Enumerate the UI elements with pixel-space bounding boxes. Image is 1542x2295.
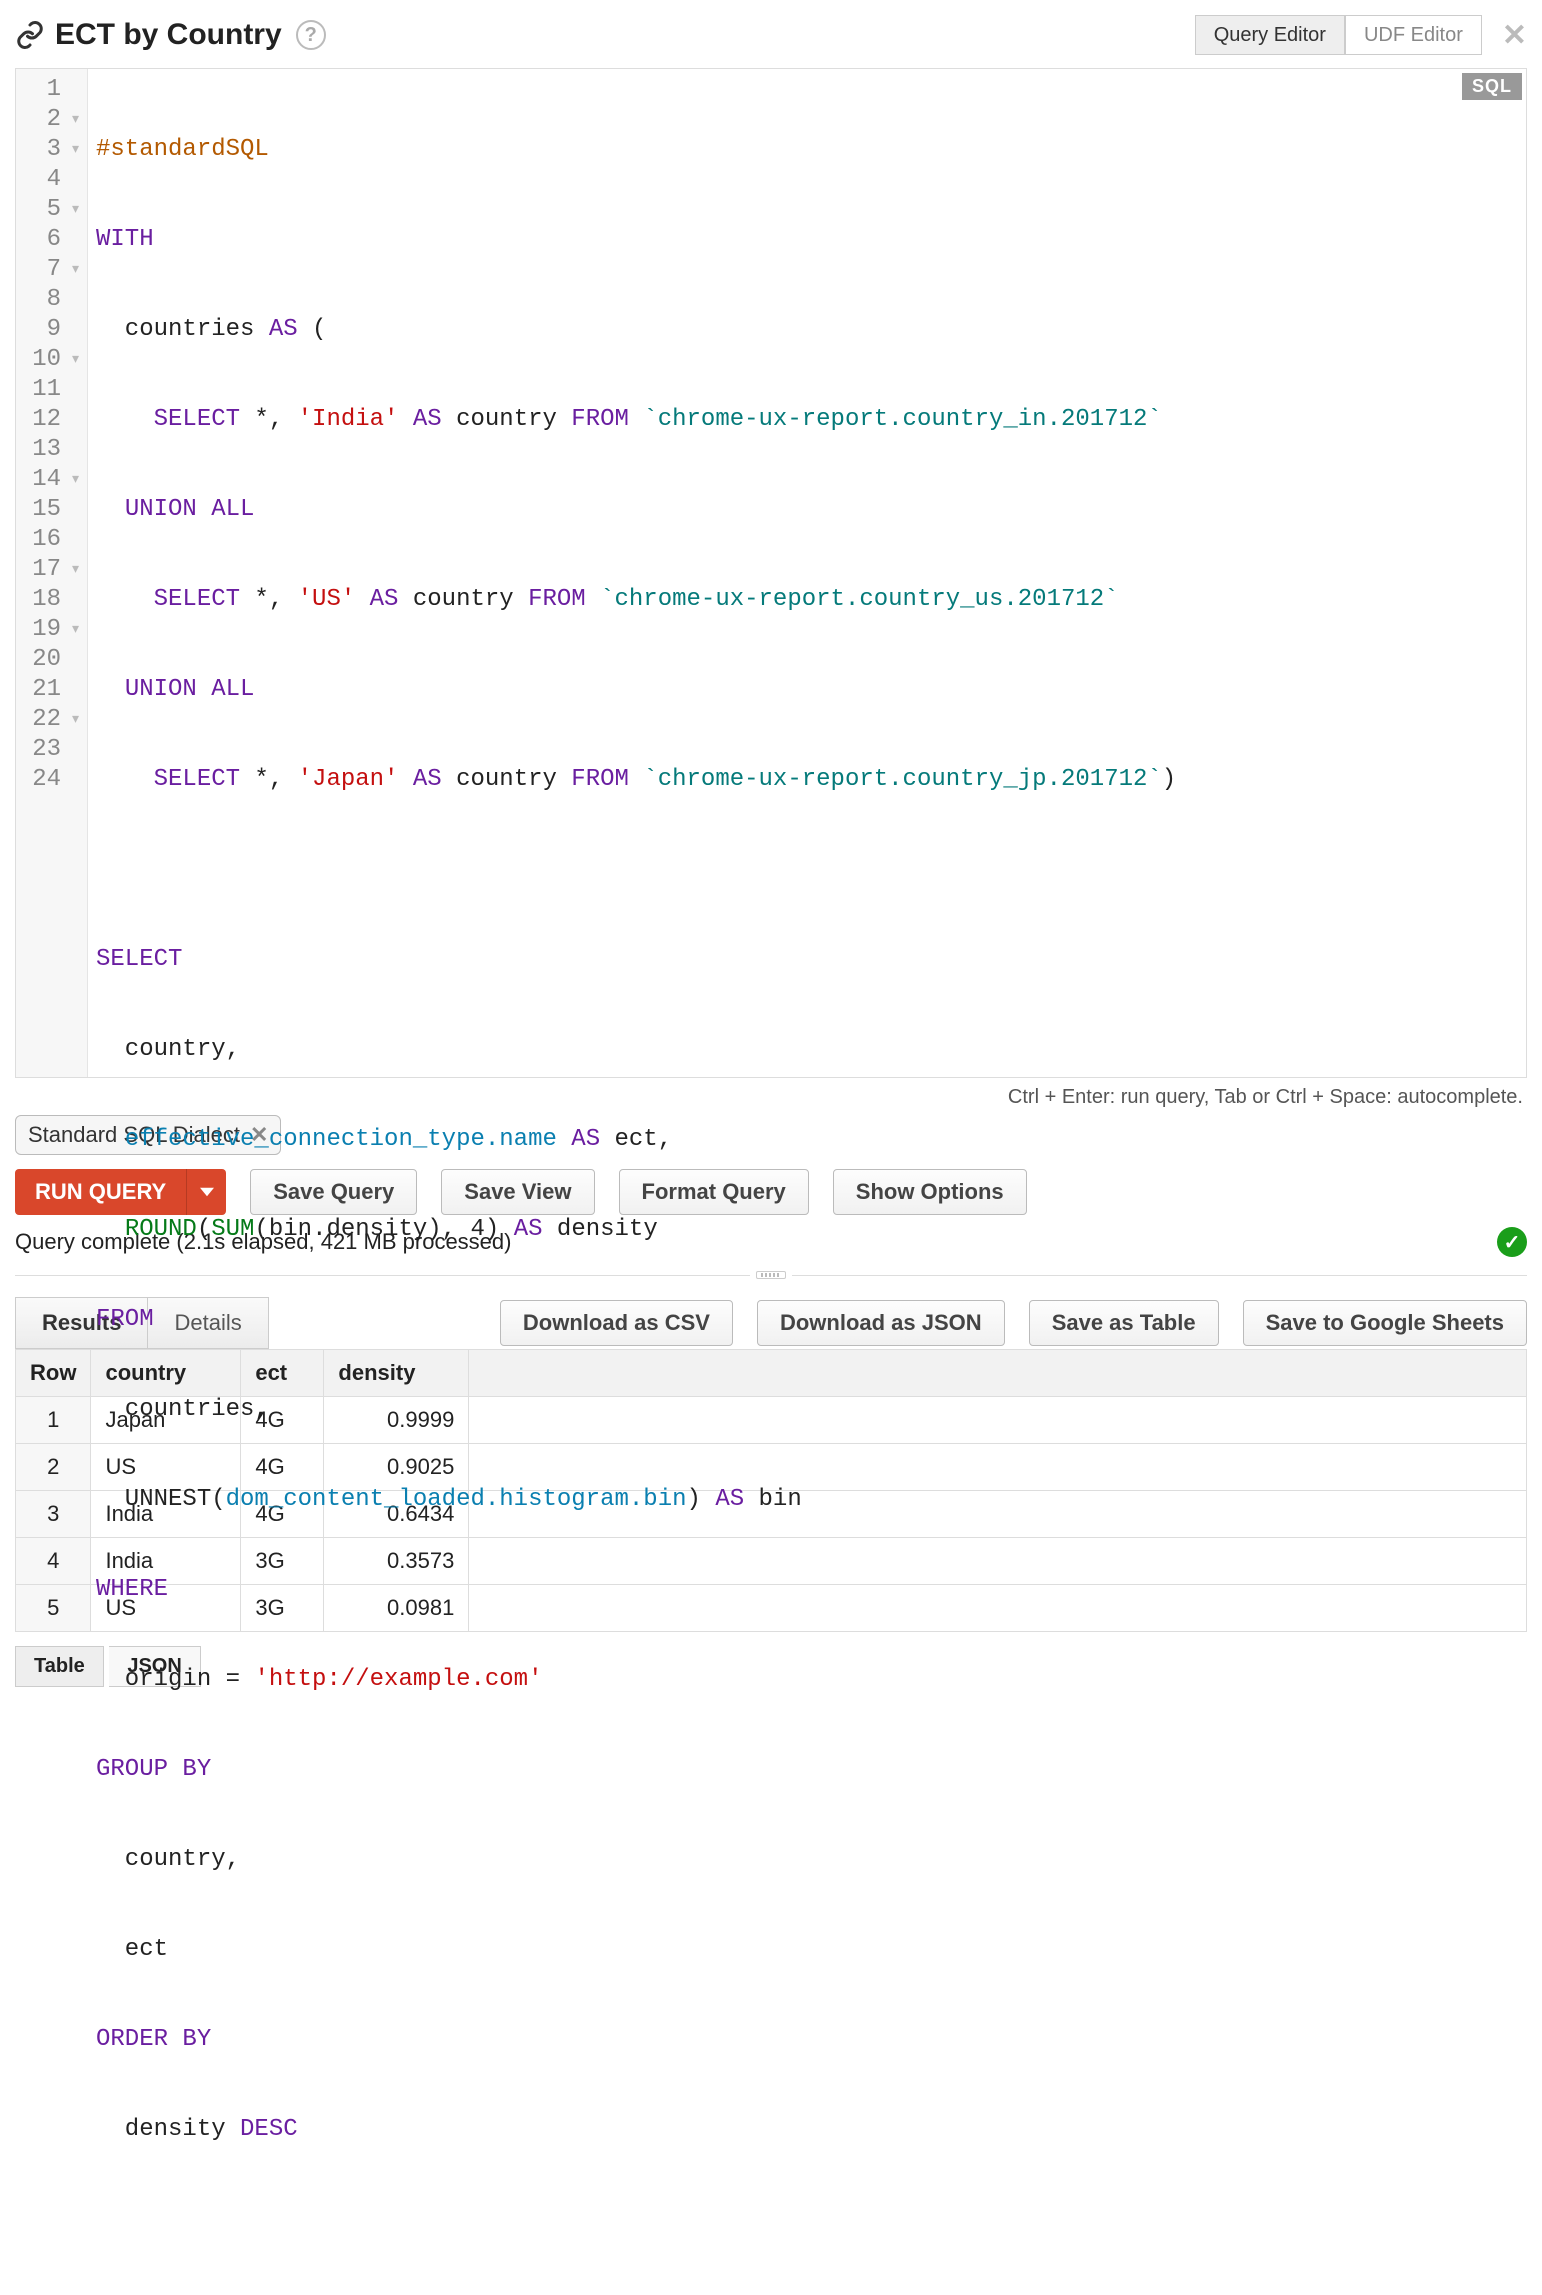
editor-gutter: 12▾3▾45▾67▾8910▾11121314▾151617▾1819▾202… <box>16 69 88 1077</box>
tab-udf-editor[interactable]: UDF Editor <box>1345 15 1482 55</box>
save-to-sheets-button[interactable]: Save to Google Sheets <box>1243 1300 1527 1346</box>
tab-query-editor[interactable]: Query Editor <box>1195 15 1345 55</box>
sql-badge: SQL <box>1462 73 1522 100</box>
success-icon: ✓ <box>1497 1227 1527 1257</box>
drag-grip-icon[interactable] <box>756 1271 786 1279</box>
bottom-tab-table[interactable]: Table <box>15 1646 104 1687</box>
header: ECT by Country ? Query Editor UDF Editor… <box>15 10 1527 60</box>
close-icon[interactable]: ✕ <box>1502 18 1527 53</box>
sql-editor[interactable]: SQL 12▾3▾45▾67▾8910▾11121314▾151617▾1819… <box>15 68 1527 1078</box>
editor-code[interactable]: #standardSQL WITH countries AS ( SELECT … <box>88 69 1176 1077</box>
page-title: ECT by Country <box>55 18 282 52</box>
link-icon[interactable] <box>15 20 45 50</box>
col-row: Row <box>16 1350 91 1397</box>
help-icon[interactable]: ? <box>296 20 326 50</box>
